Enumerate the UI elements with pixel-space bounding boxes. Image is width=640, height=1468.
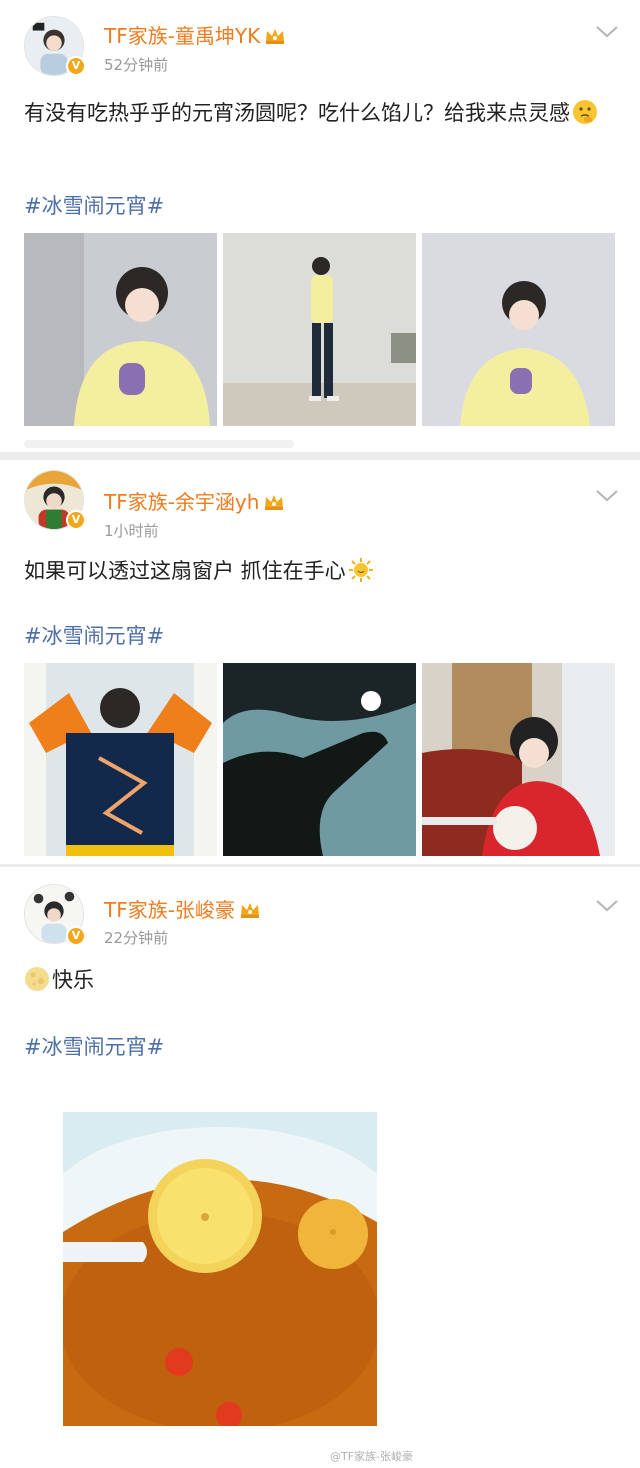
post-text-content: 如果可以透过这扇窗户 抓住在手心 <box>24 559 346 583</box>
thinking-face-emoji-icon <box>573 100 597 124</box>
verified-badge-icon: V <box>66 926 86 946</box>
post-text-content: 有没有吃热乎乎的元宵汤圆呢？吃什么馅儿？给我来点灵感 <box>24 101 570 125</box>
verified-badge-icon: V <box>66 510 86 530</box>
post-photo-3[interactable] <box>422 663 615 856</box>
username[interactable]: TF家族-童禹坤YK <box>104 20 286 49</box>
crown-icon <box>240 903 259 918</box>
post-separator <box>0 864 640 867</box>
hashtag-link[interactable]: #冰雪闹元宵# <box>24 190 164 220</box>
username[interactable]: TF家族-张峻豪 <box>104 894 261 923</box>
post-photo-1[interactable] <box>24 233 217 426</box>
post-text: 快乐 <box>24 961 620 999</box>
username-text[interactable]: TF家族-余宇涵yh <box>104 490 259 514</box>
crown-icon <box>266 29 285 44</box>
post-photo-1[interactable] <box>24 663 217 856</box>
chevron-down-icon[interactable] <box>594 898 620 914</box>
weibo-feed: V TF家族-童禹坤YK 52分钟前 有没有吃热乎乎的元宵汤圆呢？吃什么馅儿？给… <box>0 0 640 1468</box>
username-text[interactable]: TF家族-张峻豪 <box>104 898 235 922</box>
post-photo-3[interactable] <box>422 233 615 426</box>
username[interactable]: TF家族-余宇涵yh <box>104 486 285 515</box>
crown-icon <box>265 495 284 510</box>
chevron-down-icon[interactable] <box>594 488 620 504</box>
post-time: 22分钟前 <box>104 929 169 947</box>
chevron-down-icon[interactable] <box>594 24 620 40</box>
full-moon-emoji-icon <box>25 967 49 991</box>
post-text-content: 快乐 <box>52 968 94 992</box>
hashtag-link[interactable]: #冰雪闹元宵# <box>24 620 164 650</box>
post-photo-1[interactable] <box>63 1112 377 1426</box>
divider <box>24 440 294 448</box>
post-time: 52分钟前 <box>104 56 169 74</box>
sun-emoji-icon <box>348 558 373 582</box>
hashtag-link[interactable]: #冰雪闹元宵# <box>24 1031 164 1061</box>
post-separator <box>0 452 640 460</box>
username-text[interactable]: TF家族-童禹坤YK <box>104 24 260 48</box>
post-photo-2[interactable] <box>223 663 416 856</box>
post-time: 1小时前 <box>104 522 159 540</box>
post-text: 如果可以透过这扇窗户 抓住在手心 <box>24 552 620 590</box>
verified-badge-icon: V <box>66 56 86 76</box>
post-text: 有没有吃热乎乎的元宵汤圆呢？吃什么馅儿？给我来点灵感 <box>24 94 620 132</box>
image-watermark: @TF家族-张峻豪 <box>330 1450 414 1463</box>
post-photo-2[interactable] <box>223 233 416 426</box>
